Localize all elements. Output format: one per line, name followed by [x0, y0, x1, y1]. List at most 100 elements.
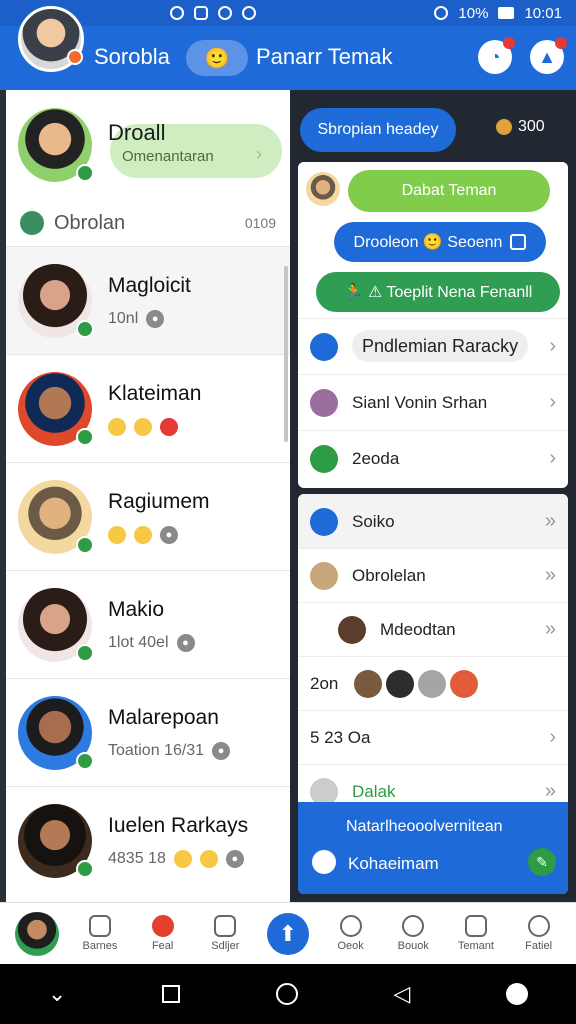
nav-account[interactable]: Fatiel	[511, 915, 567, 952]
bubble-toplist[interactable]: 🏃 ⚠ Toeplit Nena Fenanll	[316, 272, 560, 312]
card-header-row[interactable]: Soiko »	[298, 494, 568, 548]
edit-icon[interactable]: ✎	[528, 848, 556, 876]
wifi-icon	[434, 6, 449, 20]
feed-icon	[151, 915, 174, 937]
checkbox-icon	[510, 234, 527, 250]
assistant-icon[interactable]	[506, 983, 529, 1005]
nav-create[interactable]: ⬆	[260, 912, 316, 955]
section-count: 0109	[244, 215, 276, 231]
chat-group-icon	[20, 211, 44, 235]
chevron-right-icon: ›	[256, 144, 262, 164]
card-row[interactable]: Pndlemian Raracky ›	[298, 318, 568, 374]
app-bar: Sorobla 🙂 Panarr Temak ◔ ▲	[0, 6, 576, 90]
clock: 10:01	[524, 4, 562, 22]
home-icon	[88, 915, 111, 937]
online-indicator	[76, 751, 94, 770]
status-bar: 10% 10:01	[0, 0, 576, 26]
chat-meta: 1lot 40el ●	[108, 633, 195, 652]
chat-name: Klateiman	[108, 381, 202, 405]
battery-percent: 10%	[458, 4, 489, 22]
chevron-right-icon: ›	[549, 726, 556, 748]
avatar	[18, 803, 94, 878]
double-chevron-icon: »	[544, 510, 556, 532]
card-row[interactable]: 5 23 Oa ›	[298, 710, 568, 764]
chat-list-item[interactable]: Makio 1lot 40el ●	[6, 570, 290, 678]
nav-book[interactable]: Bouok	[385, 915, 441, 952]
suggestions-card: Dabat Teman Drooleon 🙂 Seoenn 🏃 ⚠ Toepli…	[298, 162, 568, 488]
bubble-chat-text: Drooleon 🙂 Seoenn	[353, 234, 503, 251]
profile-avatar[interactable]	[18, 6, 84, 72]
avatar	[418, 669, 447, 698]
emoji-icon	[108, 417, 126, 436]
new-group-banner[interactable]: Natarlheooolvernitean Kohaeimam ✎	[298, 802, 568, 894]
row-label: 5 23 Oa	[310, 727, 371, 747]
mode-toggle-button[interactable]: 🙂	[186, 40, 248, 76]
top-action-button[interactable]: Sbropian headey	[300, 108, 456, 152]
discover-button[interactable]: ▲	[530, 37, 567, 74]
card-row[interactable]: Sianl Vonin Srhan ›	[298, 374, 568, 430]
double-chevron-icon: »	[544, 564, 556, 586]
bubble-add-friend[interactable]: Dabat Teman	[348, 170, 550, 212]
chat-list-item[interactable]: Iuelen Rarkays 4835 18 ●	[6, 786, 290, 894]
bubble-chat[interactable]: Drooleon 🙂 Seoenn	[334, 222, 546, 262]
nav-home[interactable]: Barnes	[72, 915, 128, 952]
nav-label: Bouok	[397, 940, 429, 952]
chat-meta: 4835 18 ●	[108, 849, 248, 868]
card-row[interactable]: Obrolelan »	[298, 548, 568, 602]
avatar	[306, 172, 340, 206]
person-icon	[527, 915, 550, 937]
chat-meta-text: 4835 18	[108, 849, 166, 867]
notification-icon	[170, 6, 184, 20]
status-icons-left	[170, 6, 256, 20]
chevron-right-icon: ›	[549, 447, 556, 469]
online-indicator	[76, 164, 94, 182]
muted-icon: ●	[212, 741, 231, 760]
coins-counter[interactable]: 300	[496, 118, 545, 136]
emoji-icon	[173, 849, 192, 868]
chat-list-item[interactable]: Ragiumem ●	[6, 462, 290, 570]
emoji-icon	[134, 525, 152, 544]
card-row[interactable]: 2eoda ›	[298, 430, 568, 486]
avatar	[354, 669, 383, 698]
nav-open[interactable]: Oeok	[323, 915, 379, 952]
double-chevron-icon: »	[544, 780, 556, 802]
bubble-area: Dabat Teman Drooleon 🙂 Seoenn 🏃 ⚠ Toepli…	[298, 162, 568, 318]
avatar	[310, 561, 338, 590]
avatar	[18, 695, 94, 770]
nav-label: Barnes	[82, 940, 118, 952]
info-icon	[310, 507, 338, 536]
check-icon	[310, 444, 338, 473]
nav-sticker[interactable]: Sdljer	[197, 915, 253, 952]
open-icon	[339, 915, 362, 937]
chat-list-item[interactable]: Malarepoan Toation 16/31 ●	[6, 678, 290, 786]
chat-list-item[interactable]: Magloicit 10nl ●	[6, 246, 290, 354]
avatar	[338, 615, 366, 644]
bottom-navigation: Barnes Feal Sdljer ⬆ Oeok Bouok Temant F…	[0, 902, 576, 964]
my-profile-row[interactable]: Droall Omenantaran ›	[6, 90, 290, 200]
card-row[interactable]: 2on	[298, 656, 568, 710]
nav-friends[interactable]: Temant	[448, 915, 504, 952]
row-label: Obrolelan	[352, 565, 426, 585]
online-indicator	[76, 427, 94, 446]
card-row[interactable]: Mdeodtan »	[298, 602, 568, 656]
avatar	[18, 263, 94, 338]
activity-button[interactable]: ◔	[478, 37, 515, 74]
chat-list-item[interactable]: Klateiman	[6, 354, 290, 462]
recents-icon[interactable]	[162, 985, 181, 1003]
nav-feed[interactable]: Feal	[135, 915, 191, 952]
avatar	[450, 669, 479, 698]
muted-icon: ●	[160, 525, 178, 544]
online-indicator	[76, 535, 94, 554]
avatar	[18, 587, 94, 662]
row-label: Dalak	[352, 781, 396, 801]
nav-profile[interactable]	[9, 911, 65, 956]
back-icon[interactable]: ◁	[393, 981, 410, 1007]
right-panel: Sbropian headey 300 Dabat Teman Drooleon…	[290, 90, 576, 902]
my-name: Droall	[108, 120, 166, 145]
scrollbar[interactable]	[284, 266, 288, 442]
avatar	[310, 388, 338, 417]
app-subtitle: Panarr Temak	[256, 44, 393, 69]
chevron-down-icon[interactable]: ⌄	[48, 981, 66, 1007]
home-button-icon[interactable]	[275, 983, 298, 1005]
chat-name: Makio	[108, 597, 165, 621]
